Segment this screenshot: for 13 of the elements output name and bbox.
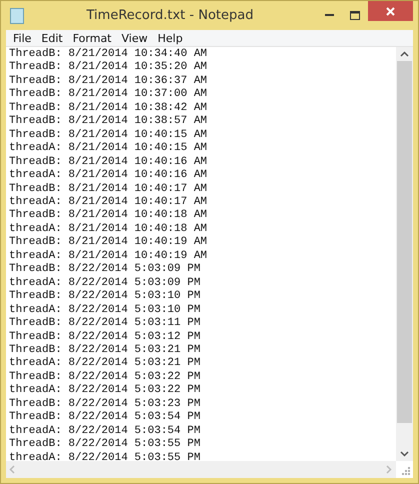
minimize-icon — [324, 14, 334, 17]
notepad-icon — [10, 8, 24, 24]
menu-item[interactable]: View — [116, 30, 153, 46]
menu-item[interactable]: Format — [68, 30, 116, 46]
close-button[interactable] — [368, 1, 413, 21]
vertical-scrollbar[interactable] — [396, 47, 413, 461]
menu-item[interactable]: Help — [152, 30, 188, 46]
size-grip-icon[interactable] — [401, 466, 411, 476]
close-icon — [386, 6, 395, 16]
maximize-icon — [350, 11, 360, 20]
window-title: TimeRecord.txt - Notepad — [86, 6, 254, 25]
menu-item[interactable]: Edit — [36, 30, 68, 46]
menu-item[interactable]: File — [8, 30, 36, 46]
